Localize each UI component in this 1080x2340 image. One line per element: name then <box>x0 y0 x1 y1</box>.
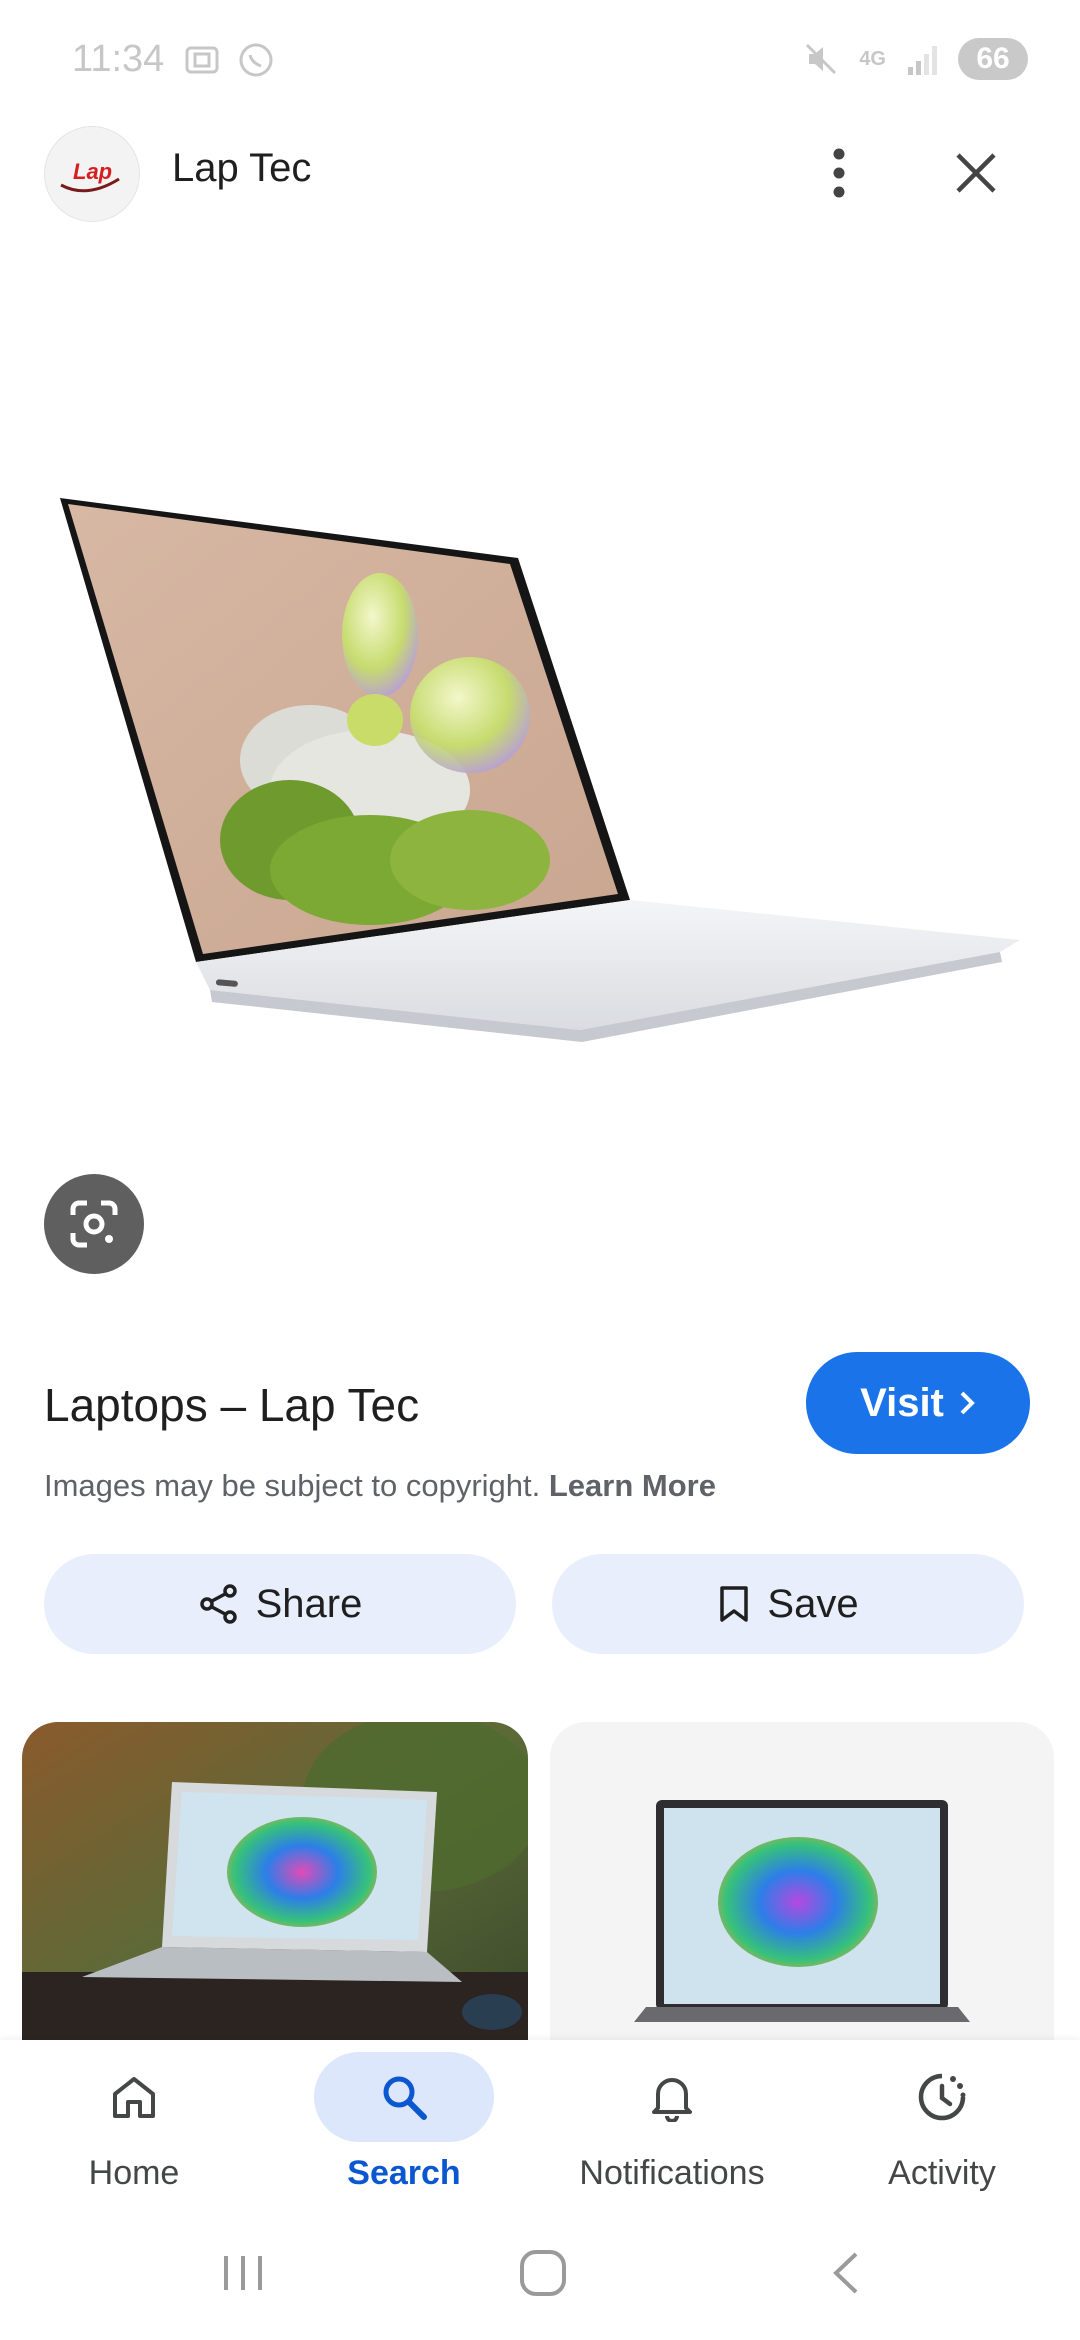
visit-label: Visit <box>860 1380 944 1425</box>
nav-search-label: Search <box>347 2154 461 2192</box>
more-options-button[interactable] <box>814 142 864 204</box>
search-icon <box>383 2076 427 2120</box>
copyright-text: Images may be subject to copyright. <box>44 1468 541 1503</box>
save-button[interactable]: Save <box>552 1554 1024 1654</box>
nav-notifications[interactable]: Notifications <box>572 2050 772 2220</box>
bookmark-icon <box>720 1586 749 1622</box>
mute-icon <box>806 43 837 75</box>
battery-level: 66 <box>958 38 1028 80</box>
more-vert-icon <box>833 148 845 198</box>
related-image-1[interactable] <box>22 1722 528 2042</box>
related-image-2[interactable] <box>550 1722 1054 2042</box>
share-icon <box>199 1584 237 1624</box>
google-lens-icon <box>70 1200 118 1248</box>
home-button-icon[interactable] <box>516 2246 570 2300</box>
nav-activity[interactable]: Activity <box>842 2050 1042 2220</box>
save-label: Save <box>767 1581 859 1626</box>
activity-icon <box>918 2073 966 2121</box>
site-name: Lap Tec <box>172 146 312 190</box>
nav-search[interactable]: Search <box>304 2050 504 2220</box>
nav-home-label: Home <box>88 2154 180 2192</box>
chevron-right-icon <box>960 1391 975 1415</box>
hero-laptop-image[interactable] <box>40 470 1040 1070</box>
network-type: 4G <box>859 48 886 70</box>
nav-activity-label: Activity <box>888 2154 996 2192</box>
system-navigation-bar <box>0 2220 1080 2340</box>
bell-icon <box>652 2078 692 2122</box>
copyright-notice: Images may be subject to copyright. Lear… <box>44 1468 716 1504</box>
visit-button[interactable]: Visit <box>806 1352 1030 1454</box>
learn-more-link[interactable]: Learn More <box>549 1468 716 1503</box>
lens-search-button[interactable] <box>44 1174 144 1274</box>
site-logo[interactable]: Lap <box>44 126 140 222</box>
share-label: Share <box>255 1581 363 1626</box>
svg-text:Lap: Lap <box>73 159 112 184</box>
page-title: Laptops – Lap Tec <box>44 1379 420 1431</box>
status-time: 11:34 <box>72 38 165 80</box>
back-icon[interactable] <box>822 2248 872 2298</box>
whatsapp-icon <box>239 43 273 77</box>
nav-notifications-label: Notifications <box>579 2154 765 2192</box>
close-button[interactable] <box>946 142 1006 204</box>
screenshot-icon <box>185 46 219 74</box>
lap-tec-logo: Lap <box>60 159 120 193</box>
signal-icon <box>908 46 937 75</box>
status-notification-icons <box>182 40 276 80</box>
recent-apps-icon[interactable] <box>218 2248 268 2298</box>
close-icon <box>956 153 996 193</box>
status-system-icons: 4G 66 <box>801 38 1028 80</box>
nav-home[interactable]: Home <box>34 2050 234 2220</box>
share-button[interactable]: Share <box>44 1554 516 1654</box>
home-icon <box>113 2077 155 2118</box>
